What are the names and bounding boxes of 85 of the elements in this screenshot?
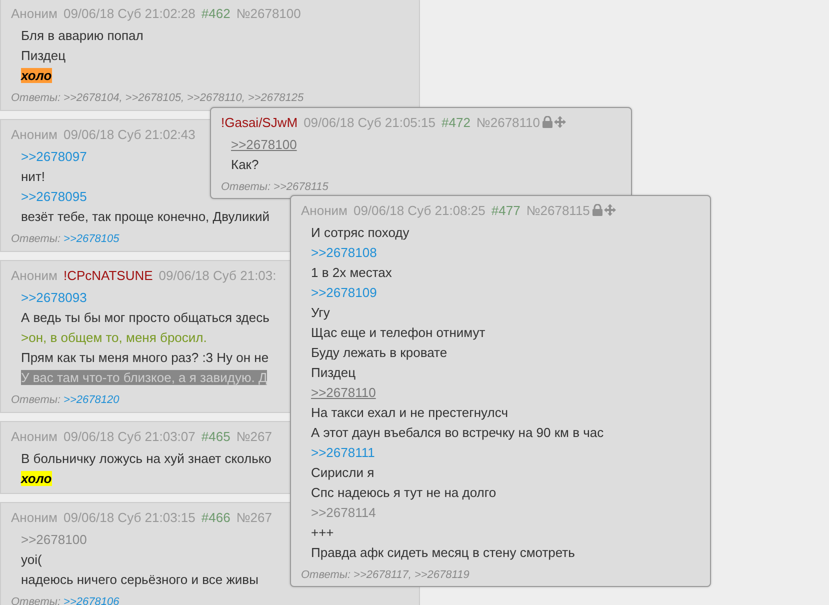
replies-label: Ответы: <box>301 569 351 581</box>
post-text: А этот даун въебался во встречку на 90 км в час <box>311 425 604 440</box>
post-text: Пиздец <box>21 48 66 63</box>
poster-name: Аноним <box>11 6 58 20</box>
post-text: Буду лежать в кровате <box>311 345 448 360</box>
post-text: Щас еще и телефон отнимут <box>311 325 486 340</box>
replies-label: Ответы: <box>221 181 271 193</box>
lock-icon[interactable] <box>592 204 603 216</box>
post-index: #466 <box>201 510 230 524</box>
tripcode: !CPcNATSUNE <box>63 268 153 282</box>
separator: , <box>119 92 122 104</box>
post-index: #465 <box>201 428 230 444</box>
poster-name: Аноним <box>11 126 58 142</box>
reply-link[interactable]: >>2678106 <box>64 596 120 605</box>
reply-link[interactable]: >>2678095 <box>21 189 87 204</box>
replies-label: Ответы: <box>11 92 61 104</box>
reply-link[interactable]: >>2678117 <box>354 569 408 581</box>
reply-link[interactable]: >>2678125 <box>248 92 304 104</box>
separator: , <box>242 92 245 104</box>
reply-link[interactable]: >>2678109 <box>311 285 377 300</box>
reply-link[interactable]: >>2678105 <box>64 233 120 245</box>
post-date: 09/06/18 Суб 21:05:15 <box>304 114 436 130</box>
replies-label: Ответы: <box>11 596 61 605</box>
reply-link[interactable]: >>2678097 <box>21 149 87 164</box>
post-text: уоі( <box>21 552 42 567</box>
reply-link[interactable]: >>2678120 <box>64 394 120 406</box>
separator: , <box>180 92 184 104</box>
post-text: Сирисли я <box>311 465 374 480</box>
poster-name: Аноним <box>11 268 58 282</box>
post-date: 09/06/18 Суб 21:03:15 <box>63 510 196 524</box>
post-number[interactable]: №267 <box>236 428 272 444</box>
quote-text: >он, в общем то, меня бросил. <box>21 330 207 345</box>
post-date: 09/06/18 Суб 21:02:43 <box>63 126 196 142</box>
post-text: Как? <box>231 157 259 172</box>
post-text: 1 в 2х местах <box>311 265 392 280</box>
reply-link[interactable]: >>2678100 <box>21 532 87 547</box>
post-text: Пиздец <box>311 365 356 380</box>
post-number[interactable]: №267 <box>236 510 272 524</box>
post-index: #472 <box>442 114 470 130</box>
post-text: В больничку ложусь на хуй знает сколько <box>21 451 272 466</box>
post-text: И сотряс походу <box>311 225 410 240</box>
reply-link[interactable]: >>2678110 <box>187 92 242 104</box>
post-text: Угу <box>311 305 330 320</box>
poster-name: Аноним <box>11 510 58 524</box>
reply-link[interactable]: >>2678104 <box>64 92 120 104</box>
reply-link[interactable]: >>2678119 <box>414 569 470 581</box>
replies-label: Ответы: <box>11 233 61 245</box>
poster-name: Аноним <box>301 202 348 218</box>
post-date: 09/06/18 Суб 21:03: <box>158 268 276 282</box>
move-icon[interactable] <box>604 204 616 216</box>
lock-icon[interactable] <box>542 116 554 128</box>
spoiler-text: У вас там что-то близкое, а я завидую. Д <box>21 370 268 385</box>
post-text: везёт тебе, так проще конечно, Двуликий <box>21 209 270 224</box>
highlighted-text: холо <box>21 68 52 83</box>
reply-link[interactable]: >>2678108 <box>311 245 377 260</box>
post-text: Спс надеюсь я тут не на долго <box>311 485 496 500</box>
reply-link[interactable]: >>2678111 <box>311 445 375 460</box>
post-number[interactable]: №2678110 <box>476 114 540 130</box>
post-text: На такси ехал и не престегнулсч <box>311 405 508 420</box>
post-date: 09/06/18 Суб 21:03:07 <box>63 428 196 444</box>
post-text: +++ <box>311 525 334 540</box>
move-icon[interactable] <box>554 116 566 128</box>
post-number[interactable]: №2678100 <box>236 6 301 20</box>
post-text: А ведь ты бы мог просто общаться здесь <box>21 310 270 325</box>
post-index: #462 <box>201 6 230 20</box>
post-date: 09/06/18 Суб 21:08:25 <box>353 202 486 218</box>
poster-name: Аноним <box>11 428 58 444</box>
post-date: 09/06/18 Суб 21:02:28 <box>63 6 196 20</box>
post-index: #477 <box>491 202 520 218</box>
reply-link[interactable]: >>2678110 <box>311 385 376 400</box>
replies-label: Ответы: <box>11 394 61 406</box>
post-text: нит! <box>21 169 46 184</box>
post-number[interactable]: №2678115 <box>526 202 590 218</box>
tripcode: !Gasai/SJwM <box>221 114 298 130</box>
post-text: Правда афк сидеть месяц в стену смотреть <box>311 545 575 560</box>
post-text: Бля в аварию попал <box>21 28 144 43</box>
highlighted-text: холо <box>21 471 52 486</box>
reply-link[interactable]: >>2678105 <box>125 92 181 104</box>
reply-link[interactable]: >>2678114 <box>311 505 376 520</box>
reply-link[interactable]: >>2678100 <box>231 137 297 152</box>
post-text: надеюсь ничего серьёзного и все живы <box>21 572 258 587</box>
reply-link[interactable]: >>2678115 <box>274 181 328 193</box>
post-text: Прям как ты меня много раз? :3 Ну он не <box>21 350 269 365</box>
reply-link[interactable]: >>2678093 <box>21 290 87 305</box>
separator: , <box>408 569 412 581</box>
